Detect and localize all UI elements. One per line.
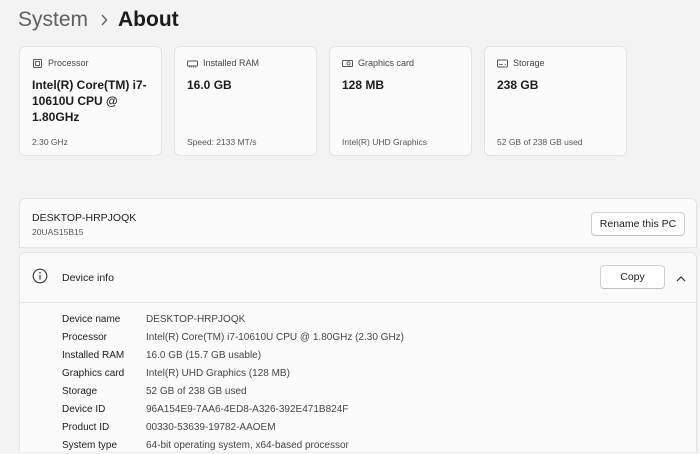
tile-value: 238 GB bbox=[497, 78, 539, 92]
spec-value: 00330-53639-19782-AAOEM bbox=[146, 421, 276, 433]
copy-button[interactable]: Copy bbox=[600, 265, 665, 289]
spec-label: System type bbox=[62, 439, 118, 451]
info-icon bbox=[32, 268, 48, 284]
spec-value: DESKTOP-HRPJOQK bbox=[146, 313, 246, 325]
spec-value: 52 GB of 238 GB used bbox=[146, 385, 247, 397]
page-title: About bbox=[118, 8, 179, 31]
spec-row-storage: Storage 52 GB of 238 GB used bbox=[62, 382, 404, 400]
breadcrumb: System About bbox=[18, 5, 179, 35]
device-spec-list: Device name DESKTOP-HRPJOQK Processor In… bbox=[62, 310, 404, 454]
spec-row-device-id: Device ID 96A154E9-7AA6-4ED8-A326-392E47… bbox=[62, 400, 404, 418]
tile-value: 128 MB bbox=[342, 78, 385, 92]
rename-pc-button[interactable]: Rename this PC bbox=[591, 212, 685, 236]
tile-processor: Processor Intel(R) Core(TM) i7-10610U CP… bbox=[19, 46, 162, 156]
device-info-title: Device info bbox=[62, 272, 114, 284]
spec-row-installed-ram: Installed RAM 16.0 GB (15.7 GB usable) bbox=[62, 346, 404, 364]
device-info-header[interactable]: Device info Copy bbox=[20, 253, 696, 303]
tile-sub: 2.30 GHz bbox=[32, 137, 68, 147]
spec-value: Intel(R) Core(TM) i7-10610U CPU @ 1.80GH… bbox=[146, 331, 404, 343]
pc-model: 20UAS15B15 bbox=[32, 227, 84, 237]
spec-label: Product ID bbox=[62, 421, 110, 433]
spec-row-graphics-card: Graphics card Intel(R) UHD Graphics (128… bbox=[62, 364, 404, 382]
processor-icon bbox=[31, 57, 43, 69]
spec-row-product-id: Product ID 00330-53639-19782-AAOEM bbox=[62, 418, 404, 436]
tile-sub: 52 GB of 238 GB used bbox=[497, 137, 583, 147]
chevron-right-icon bbox=[100, 14, 108, 26]
ram-icon bbox=[186, 57, 198, 69]
spec-tiles: Processor Intel(R) Core(TM) i7-10610U CP… bbox=[19, 46, 639, 158]
tile-label: Installed RAM bbox=[203, 58, 260, 68]
graphics-card-icon bbox=[341, 57, 353, 69]
spec-row-system-type: System type 64-bit operating system, x64… bbox=[62, 436, 404, 454]
device-info-card: Device info Copy Device name DESKTOP-HRP… bbox=[19, 252, 697, 451]
tile-graphics-card: Graphics card 128 MB Intel(R) UHD Graphi… bbox=[329, 46, 472, 156]
pc-name-card: DESKTOP-HRPJOQK 20UAS15B15 Rename this P… bbox=[19, 198, 697, 248]
tile-value: Intel(R) Core(TM) i7-10610U CPU @ 1.80GH… bbox=[32, 78, 147, 124]
spec-label: Graphics card bbox=[62, 367, 125, 379]
tile-storage: Storage 238 GB 52 GB of 238 GB used bbox=[484, 46, 627, 156]
tile-installed-ram: Installed RAM 16.0 GB Speed: 2133 MT/s bbox=[174, 46, 317, 156]
spec-label: Processor bbox=[62, 331, 108, 343]
tile-sub: Intel(R) UHD Graphics bbox=[342, 137, 428, 147]
spec-row-device-name: Device name DESKTOP-HRPJOQK bbox=[62, 310, 404, 328]
spec-value: 16.0 GB (15.7 GB usable) bbox=[146, 349, 262, 361]
tile-label: Storage bbox=[513, 58, 545, 68]
spec-value: 64-bit operating system, x64-based proce… bbox=[146, 439, 349, 451]
spec-value: Intel(R) UHD Graphics (128 MB) bbox=[146, 367, 290, 379]
breadcrumb-system-link[interactable]: System bbox=[18, 8, 88, 32]
spec-label: Device name bbox=[62, 313, 121, 325]
tile-label: Graphics card bbox=[358, 58, 415, 68]
spec-label: Storage bbox=[62, 385, 98, 397]
spec-row-processor: Processor Intel(R) Core(TM) i7-10610U CP… bbox=[62, 328, 404, 346]
spec-label: Device ID bbox=[62, 403, 106, 415]
tile-label: Processor bbox=[48, 58, 89, 68]
storage-icon bbox=[496, 57, 508, 69]
spec-label: Installed RAM bbox=[62, 349, 125, 361]
spec-value: 96A154E9-7AA6-4ED8-A326-392E471B824F bbox=[146, 403, 349, 415]
chevron-up-icon[interactable] bbox=[675, 272, 687, 284]
tile-sub: Speed: 2133 MT/s bbox=[187, 137, 257, 147]
tile-value: 16.0 GB bbox=[187, 78, 232, 92]
pc-name: DESKTOP-HRPJOQK bbox=[32, 212, 137, 224]
